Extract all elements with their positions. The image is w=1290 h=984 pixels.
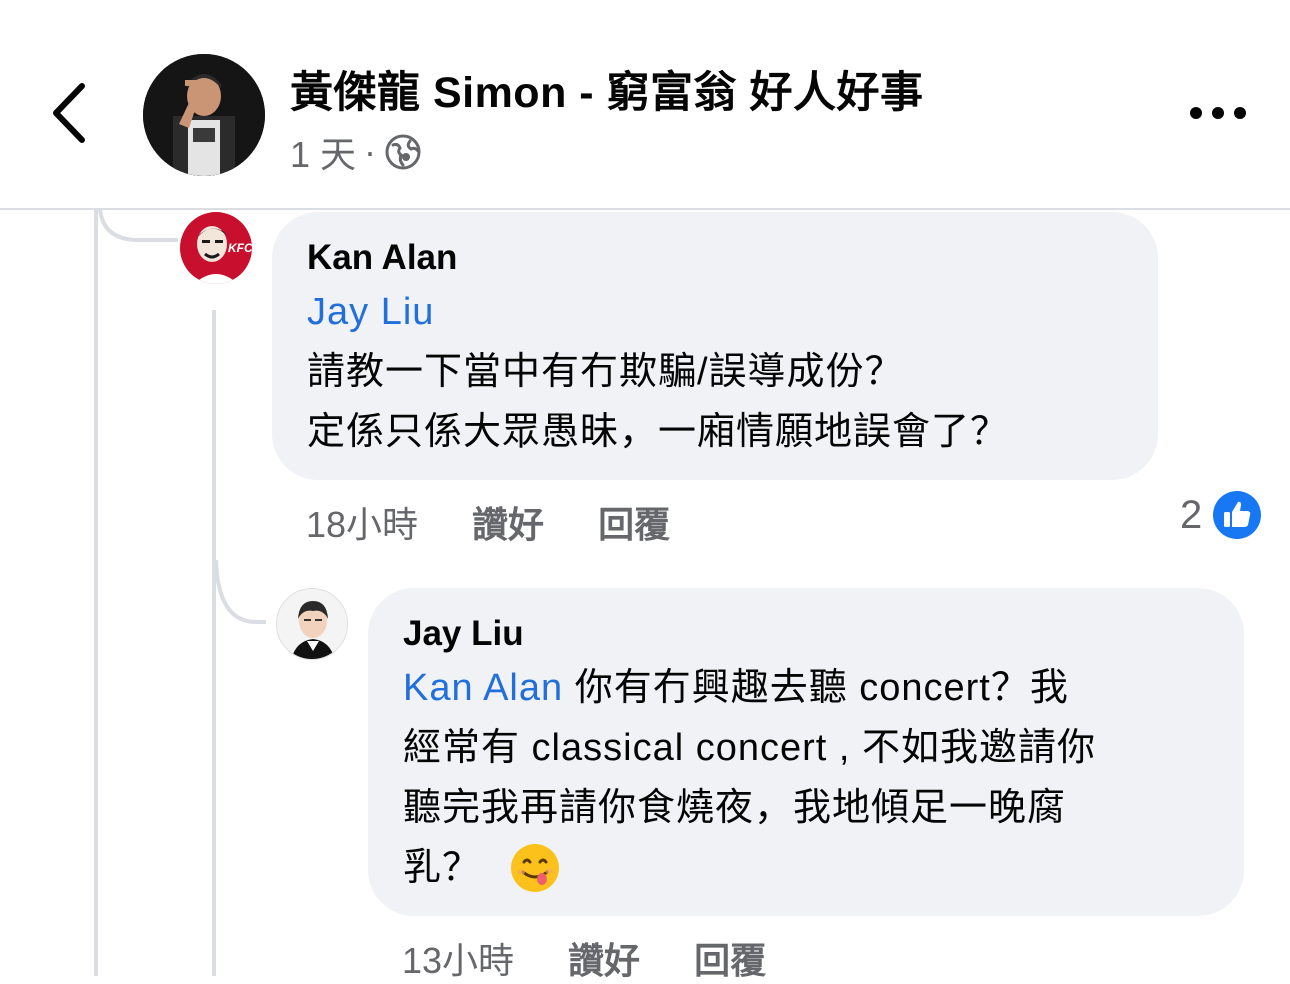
reply-bubble: Jay Liu Kan Alan 你有冇興趣去聽 concert？我 經常有 c… [368, 588, 1244, 916]
reply-connector [216, 560, 266, 624]
mention-link[interactable]: Kan Alan [403, 667, 563, 709]
like-button[interactable]: 讚好 [568, 932, 640, 984]
comment-line: Kan Alan 你有冇興趣去聽 concert？我 [403, 658, 1233, 718]
comment-body: Kan Alan 你有冇興趣去聽 concert？我 經常有 classical… [403, 658, 1233, 898]
more-options-button[interactable] [1186, 100, 1250, 126]
reply-actions: 13小時 讚好 回覆 [402, 932, 766, 984]
page-avatar[interactable] [143, 54, 265, 176]
thread-line-inner [212, 310, 216, 976]
comment-line: 聽完我再請你食燒夜，我地傾足一晚腐 [403, 787, 1067, 829]
thread-line-outer [94, 210, 98, 976]
reaction-summary[interactable]: 2 [1180, 490, 1262, 540]
kfc-avatar-image: KFC [180, 212, 252, 284]
post-time[interactable]: 1 天 [290, 126, 356, 178]
back-button[interactable] [40, 78, 100, 148]
comment-author[interactable]: Kan Alan [307, 238, 457, 278]
post-header: 黃傑龍 Simon - 窮富翁 好人好事 1 天 · [0, 0, 1290, 210]
person-avatar-image [277, 589, 347, 659]
meta-separator: · [364, 131, 377, 172]
chevron-left-icon [53, 83, 85, 143]
reply-button[interactable]: 回覆 [694, 932, 766, 984]
reaction-count: 2 [1180, 492, 1203, 537]
comment-author[interactable]: Jay Liu [403, 614, 524, 654]
mention-link[interactable]: Jay Liu [307, 282, 1147, 342]
comment-line: 定係只係大眾愚昧，一廂情願地誤會了？ [307, 411, 1010, 453]
like-thumb-icon [1213, 491, 1262, 539]
globe-icon [385, 134, 421, 170]
commenter-avatar-kan-alan[interactable]: KFC [180, 212, 252, 284]
commenter-avatar-jay-liu[interactable] [276, 588, 348, 660]
comment-line-text: 乳？ [403, 847, 493, 889]
comment-line-text: 你有冇興趣去聽 concert？我 [563, 667, 1069, 709]
thread-connector [98, 210, 178, 242]
person-avatar-image [143, 54, 265, 176]
comment-actions: 18小時 讚好 回覆 [306, 496, 670, 548]
reply-button[interactable]: 回覆 [598, 496, 670, 548]
comment-line: 經常有 classical concert , 不如我邀請你 [403, 727, 1096, 769]
comment-bubble: Kan Alan Jay Liu 請教一下當中有冇欺騙/誤導成份？ 定係只係大眾… [272, 212, 1158, 480]
yum-emoji-icon [509, 842, 561, 894]
svg-text:KFC: KFC [228, 241, 252, 255]
comment-line: 乳？ [403, 838, 1233, 898]
page-title[interactable]: 黃傑龍 Simon - 窮富翁 好人好事 [290, 58, 924, 120]
like-button[interactable]: 讚好 [472, 496, 544, 548]
comment-time[interactable]: 13小時 [402, 932, 514, 984]
comment-body: Jay Liu 請教一下當中有冇欺騙/誤導成份？ 定係只係大眾愚昧，一廂情願地誤… [307, 282, 1147, 462]
more-dots-icon [1190, 107, 1246, 119]
comment-line: 請教一下當中有冇欺騙/誤導成份？ [307, 351, 904, 393]
comment-time[interactable]: 18小時 [306, 496, 418, 548]
post-meta: 1 天 · [290, 126, 422, 178]
